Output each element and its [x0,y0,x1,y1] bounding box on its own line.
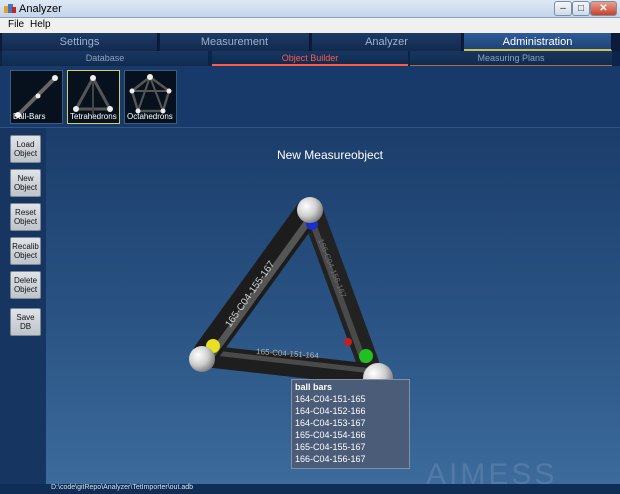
end-cap-green [359,349,373,363]
button-label: Delete [13,276,38,285]
end-cap-red [344,338,352,346]
ball-left[interactable] [189,346,215,372]
tooltip-row: 165-C04-154-166 [295,430,366,440]
library-item-octahedrons[interactable]: Octahedrons [124,70,177,124]
button-label: Object [13,217,38,226]
new-object-button[interactable]: New Object [10,169,41,197]
button-label: Object [13,285,38,294]
sub-tab-bar: Database Object Builder Measuring Plans [0,51,620,66]
button-label: New [17,174,34,183]
subtab-measuring-plans[interactable]: Measuring Plans [410,51,612,66]
ball-bars-tooltip: ball bars 164-C04-151-165 164-C04-152-16… [291,379,410,469]
tooltip-row: 164-C04-153-167 [295,418,366,428]
app-icon [4,4,16,13]
delete-object-button[interactable]: Delete Object [10,271,41,299]
subtab-database[interactable]: Database [2,51,208,66]
button-label: Object [13,183,38,192]
subtab-object-builder[interactable]: Object Builder [212,51,408,66]
button-label: Recalib [12,242,39,251]
library-item-tetrahedrons[interactable]: Tetrahedrons [67,70,120,124]
menu-file[interactable]: File [8,19,24,30]
button-label: Reset [15,208,36,217]
tooltip-row: 164-C04-152-166 [295,406,366,416]
maximize-button[interactable]: □ [572,1,590,16]
window-title: Analyzer [19,3,62,15]
ball-top[interactable] [297,197,323,223]
button-label: Object [13,149,38,158]
button-label: Save [16,313,35,322]
tooltip-row: 164-C04-151-165 [295,394,366,404]
title-bar: Analyzer – □ ✕ [0,0,620,18]
status-bar: D:\code\gitRepo\Analyzer\TetImporter\out… [0,484,620,494]
menu-bar: File Help [0,18,620,33]
3d-viewport[interactable]: New Measureobject 165-C04-155-167 165-C0… [46,128,620,491]
tooltip-title: ball bars [295,382,333,392]
tooltip-row: 165-C04-155-167 [295,442,366,452]
main-tab-bar: Settings Measurement Analyzer Administra… [0,33,620,51]
minimize-button[interactable]: – [554,1,572,16]
load-object-button[interactable]: Load Object [10,135,41,163]
button-label: Load [16,140,35,149]
tab-analyzer[interactable]: Analyzer [312,33,462,51]
button-label: Object [13,251,38,260]
library-item-ball-bars[interactable]: Ball-Bars [10,70,63,124]
button-label: DB [19,322,32,331]
object-library: Ball-Bars Tetrahedrons Octahedrons [0,66,620,128]
menu-help[interactable]: Help [30,19,51,30]
recalib-object-button[interactable]: Recalib Object [10,237,41,265]
action-sidebar: Load Object New Object Reset Object Reca… [0,128,46,484]
tooltip-row: 166-C04-156-167 [295,454,366,464]
library-label-tetrahedrons: Tetrahedrons [70,112,117,121]
tab-measurement[interactable]: Measurement [160,33,310,51]
save-db-button[interactable]: Save DB [10,308,41,336]
close-button[interactable]: ✕ [590,1,617,16]
tab-settings[interactable]: Settings [2,33,158,51]
tab-administration[interactable]: Administration [464,33,612,51]
reset-object-button[interactable]: Reset Object [10,203,41,231]
file-path-status: D:\code\gitRepo\Analyzer\TetImporter\out… [51,484,194,491]
ball-bar-bottom[interactable] [193,345,385,386]
library-label-ball-bars: Ball-Bars [13,112,46,121]
library-label-octahedrons: Octahedrons [127,112,173,121]
